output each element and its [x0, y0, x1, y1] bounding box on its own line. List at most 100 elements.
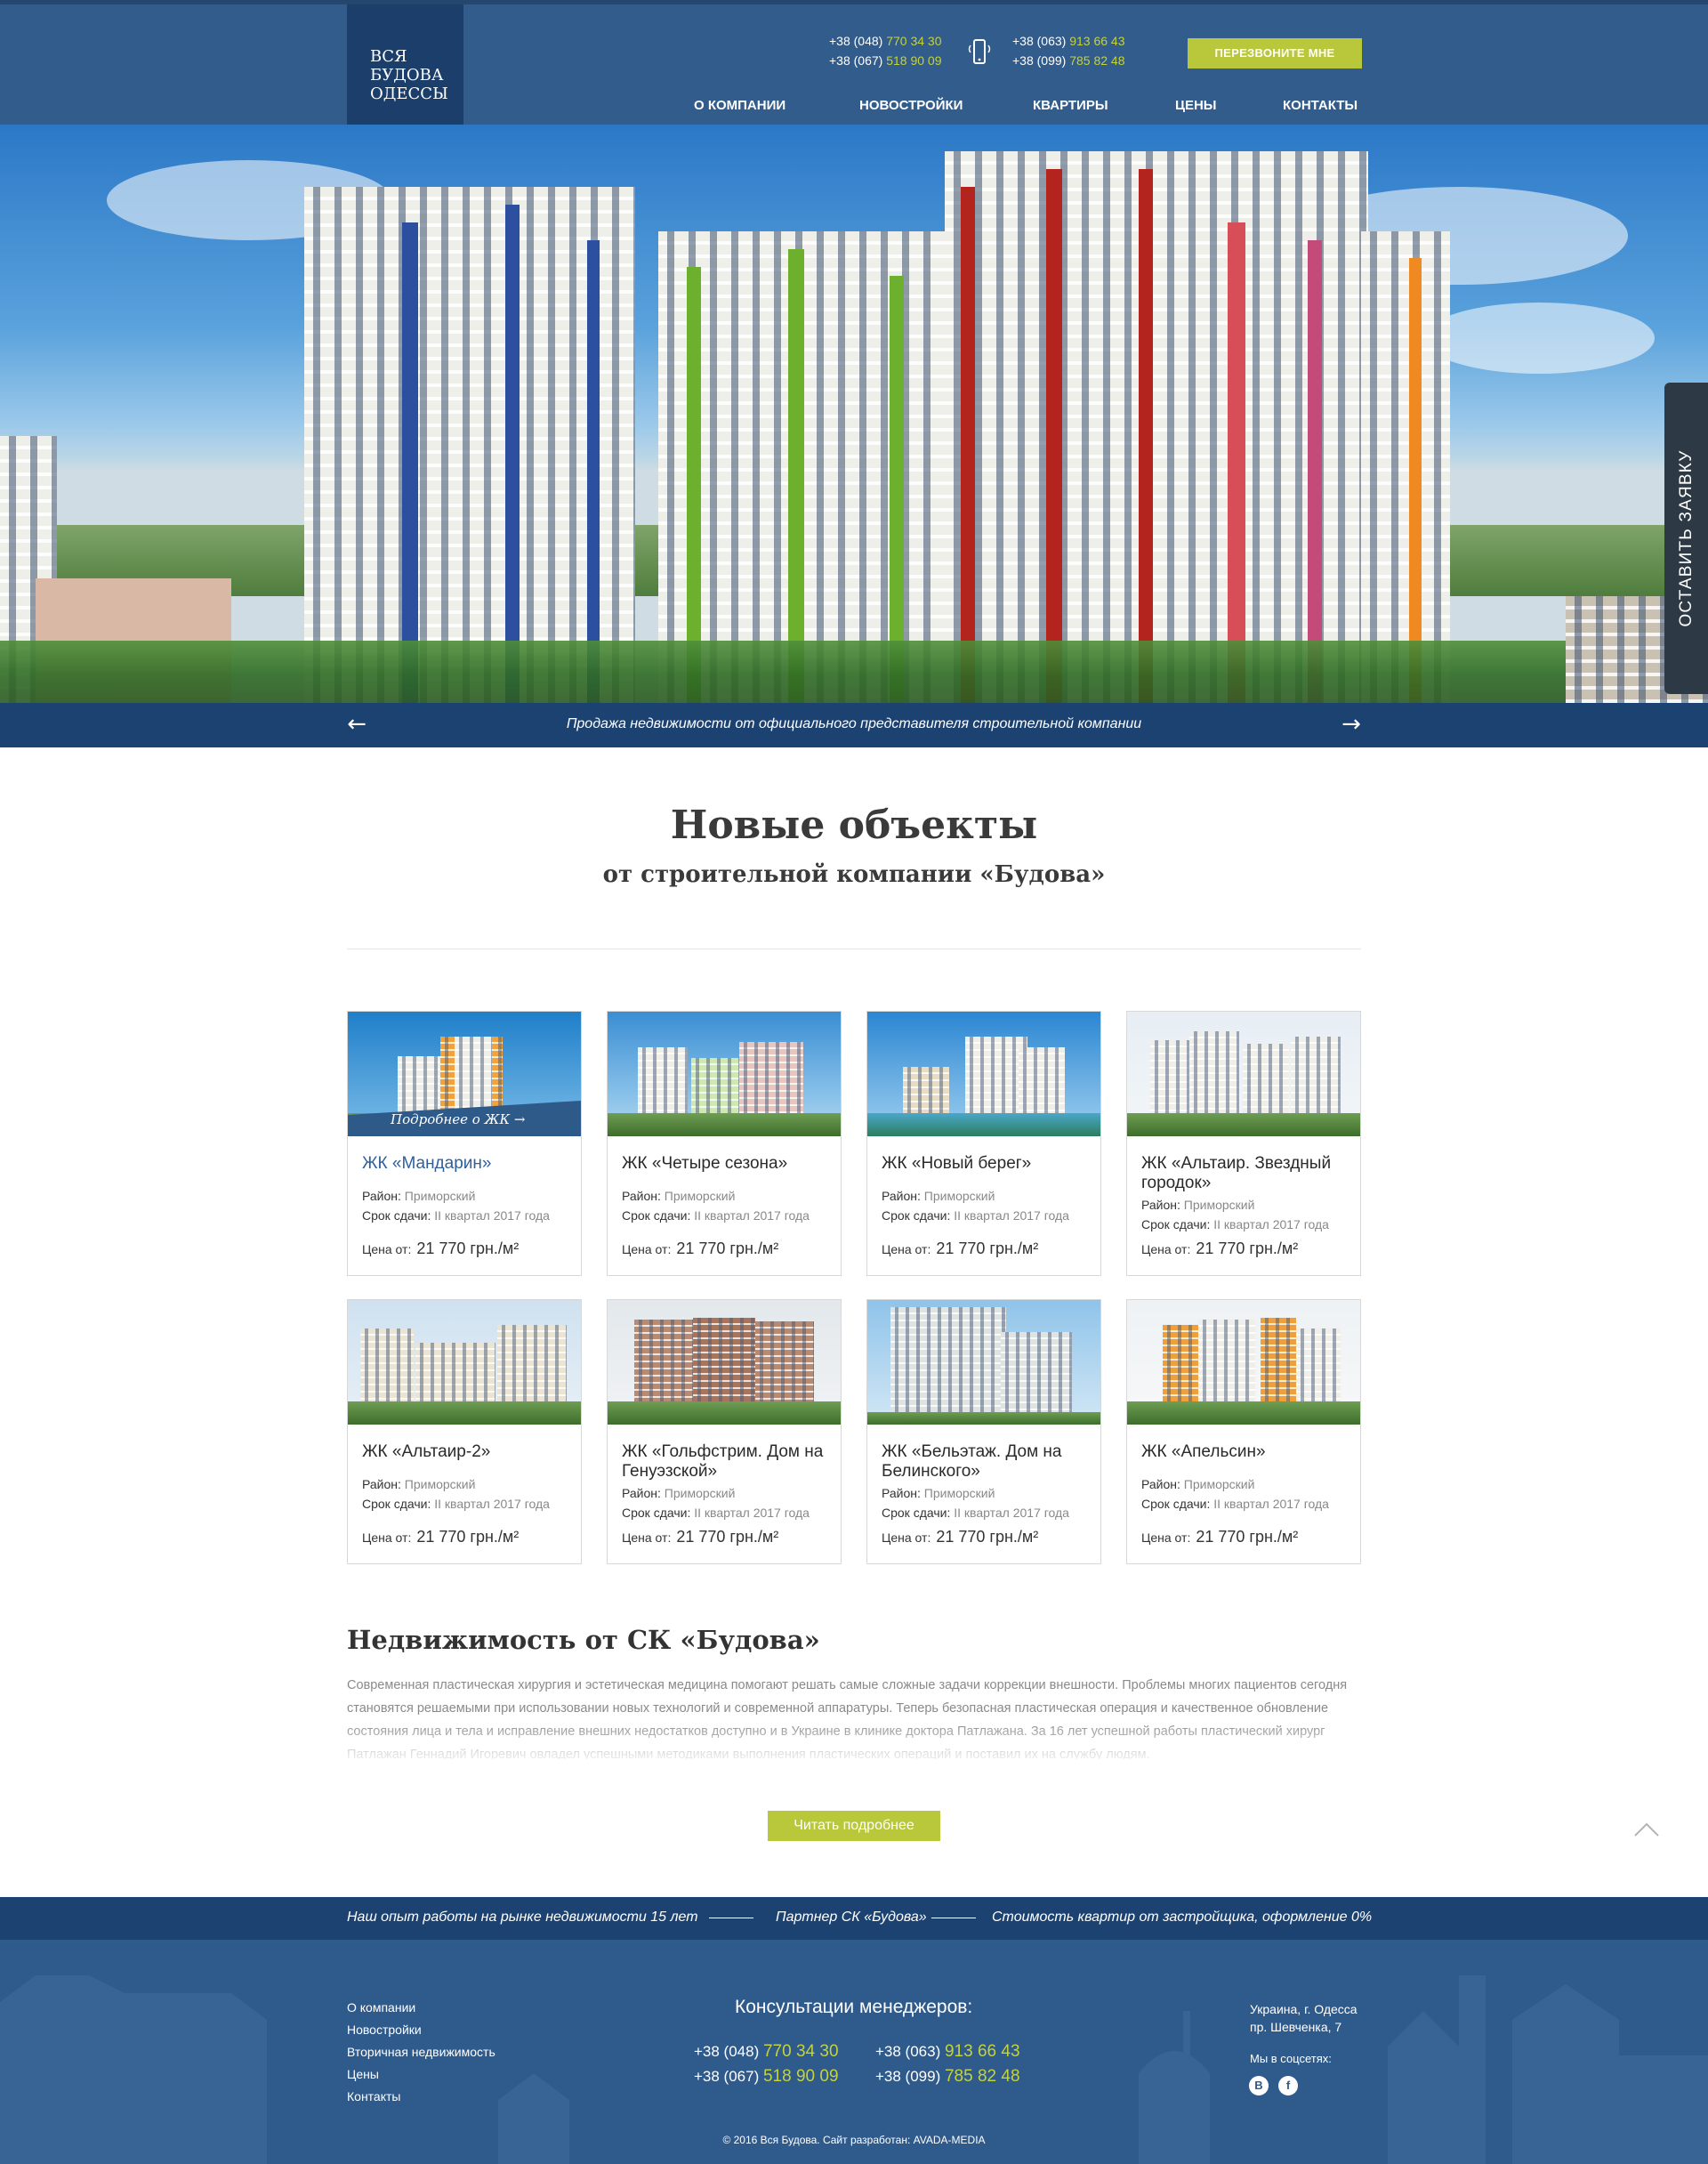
object-title[interactable]: ЖК «Апельсин» — [1141, 1442, 1348, 1462]
object-title[interactable]: ЖК «Гольфстрим. Дом на Генуэзской» — [622, 1442, 828, 1482]
phone-code: +38 (063) — [1012, 34, 1067, 48]
deadline-label: Срок сдачи: — [882, 1208, 951, 1223]
footer-phones-left: +38 (048) 770 34 30 +38 (067) 518 90 09 — [694, 2039, 839, 2089]
phone-line[interactable]: +38 (048) 770 34 30 — [694, 2039, 839, 2064]
phone-line[interactable]: +38 (067) 518 90 09 — [694, 2064, 839, 2089]
object-meta: Район: Приморский Срок сдачи: II квартал… — [1141, 1474, 1355, 1514]
district-label: Район: — [622, 1486, 661, 1500]
about-text: Современная пластическая хирургия и эсте… — [347, 1678, 1348, 1759]
district-label: Район: — [882, 1486, 921, 1500]
tower-blue — [304, 187, 635, 703]
object-card[interactable]: ЖК «Бельэтаж. Дом на Белинского» Район: … — [866, 1299, 1101, 1564]
deadline-value: II квартал 2017 года — [1213, 1217, 1329, 1231]
facebook-icon[interactable]: f — [1278, 2076, 1298, 2095]
price-label: Цена от: — [622, 1242, 672, 1256]
object-price: Цена от: 21 770 грн./м² — [362, 1239, 576, 1258]
price-value: 21 770 грн./м² — [676, 1239, 779, 1257]
price-label: Цена от: — [1141, 1530, 1191, 1545]
object-title[interactable]: ЖК «Новый берег» — [882, 1154, 1088, 1174]
phone-number: 770 34 30 — [762, 2042, 839, 2061]
district-label: Район: — [622, 1189, 661, 1203]
tower-stripe — [1409, 258, 1422, 703]
facts-bar: Наш опыт работы на рынке недвижимости 15… — [0, 1897, 1708, 1940]
footer-link-contacts[interactable]: Контакты — [347, 2086, 495, 2108]
phone-number: 518 90 09 — [762, 2067, 839, 2086]
footer-link-secondary[interactable]: Вторичная недвижимость — [347, 2041, 495, 2063]
object-title[interactable]: ЖК «Четыре сезона» — [622, 1154, 828, 1174]
phone-line[interactable]: +38 (063) 913 66 43 — [1012, 31, 1125, 51]
fact-item: Стоимость квартир от застройщика, оформл… — [992, 1910, 1373, 1925]
phone-code: +38 (063) — [875, 2043, 941, 2060]
phone-number: 913 66 43 — [1069, 34, 1125, 48]
price-value: 21 770 грн./м² — [1196, 1239, 1299, 1257]
arrow-right-icon[interactable]: → — [1338, 712, 1365, 739]
vk-icon[interactable]: В — [1249, 2076, 1269, 2095]
social-label: Мы в соцсетях: — [1250, 2052, 1332, 2065]
phone-line[interactable]: +38 (099) 785 82 48 — [875, 2064, 1020, 2089]
deadline-value: II квартал 2017 года — [1213, 1497, 1329, 1511]
phone-code: +38 (067) — [694, 2068, 760, 2085]
district-value: Приморский — [664, 1189, 736, 1203]
deadline-label: Срок сдачи: — [362, 1208, 431, 1223]
object-meta: Район: Приморский Срок сдачи: II квартал… — [622, 1483, 835, 1522]
phone-line[interactable]: +38 (067) 518 90 09 — [829, 51, 942, 70]
phone-line[interactable]: +38 (099) 785 82 48 — [1012, 51, 1125, 70]
object-title[interactable]: ЖК «Бельэтаж. Дом на Белинского» — [882, 1442, 1088, 1482]
scroll-top-icon[interactable] — [1633, 1819, 1660, 1838]
district-label: Район: — [882, 1189, 921, 1203]
deadline-value: II квартал 2017 года — [694, 1208, 810, 1223]
object-card[interactable]: ЖК «Апельсин» Район: Приморский Срок сда… — [1126, 1299, 1361, 1564]
district-value: Приморский — [923, 1486, 995, 1500]
site-header: ВСЯ БУДОВА ОДЕССЫ +38 (048) 770 34 30 +3… — [0, 0, 1708, 129]
tower-green — [658, 231, 952, 703]
phone-number: 518 90 09 — [886, 53, 942, 68]
object-card[interactable]: ЖК «Новый берег» Район: Приморский Срок … — [866, 1011, 1101, 1276]
deadline-value: II квартал 2017 года — [434, 1208, 550, 1223]
callback-button[interactable]: ПЕРЕЗВОНИТЕ МНЕ — [1188, 38, 1362, 69]
footer-link-about[interactable]: О компании — [347, 1997, 495, 2019]
read-more-button[interactable]: Читать подробнее — [768, 1811, 940, 1841]
deadline-label: Срок сдачи: — [362, 1497, 431, 1511]
footer-nav: О компании Новостройки Вторичная недвижи… — [347, 1997, 495, 2108]
logo-line: ВСЯ — [370, 47, 407, 66]
deadline-label: Срок сдачи: — [622, 1208, 691, 1223]
object-price: Цена от: 21 770 грн./м² — [622, 1239, 835, 1258]
phone-code: +38 (099) — [875, 2068, 941, 2085]
object-card[interactable]: ЖК «Гольфстрим. Дом на Генуэзской» Район… — [607, 1299, 842, 1564]
object-price: Цена от: 21 770 грн./м² — [882, 1528, 1095, 1546]
object-image — [867, 1012, 1100, 1136]
more-link[interactable]: Подробнее о ЖК → — [391, 1111, 525, 1127]
object-title[interactable]: ЖК «Альтаир-2» — [362, 1442, 568, 1462]
hero-caption: Продажа недвижимости от официального пре… — [566, 716, 1142, 731]
fact-item: Партнер СК «Будова» — [776, 1910, 927, 1925]
footer-link-prices[interactable]: Цены — [347, 2063, 495, 2086]
price-label: Цена от: — [882, 1530, 931, 1545]
object-card[interactable]: Подробнее о ЖК → ЖК «Мандарин» Район: Пр… — [347, 1011, 582, 1276]
address: Украина, г. Одесса пр. Шевченка, 7 — [1250, 2000, 1358, 2036]
object-meta: Район: Приморский Срок сдачи: II квартал… — [882, 1186, 1095, 1225]
district-value: Приморский — [404, 1189, 476, 1203]
object-price: Цена от: 21 770 грн./м² — [1141, 1239, 1355, 1258]
object-image — [608, 1012, 841, 1136]
object-title[interactable]: ЖК «Альтаир. Звездный городок» — [1141, 1154, 1348, 1193]
phone-line[interactable]: +38 (063) 913 66 43 — [875, 2039, 1020, 2064]
footer-link-new-buildings[interactable]: Новостройки — [347, 2019, 495, 2041]
tower-orange — [1361, 231, 1450, 703]
tower-stripe — [402, 222, 418, 703]
district-label: Район: — [1141, 1477, 1180, 1491]
leave-request-label: ОСТАВИТЬ ЗАЯВКУ — [1676, 449, 1696, 627]
leave-request-tab[interactable]: ОСТАВИТЬ ЗАЯВКУ — [1664, 383, 1708, 694]
object-title[interactable]: ЖК «Мандарин» — [362, 1154, 568, 1174]
phone-number: 785 82 48 — [1069, 53, 1125, 68]
tower-stripe — [587, 240, 600, 703]
deadline-value: II квартал 2017 года — [954, 1208, 1069, 1223]
phone-code: +38 (048) — [694, 2043, 760, 2060]
object-card[interactable]: ЖК «Альтаир-2» Район: Приморский Срок сд… — [347, 1299, 582, 1564]
object-card[interactable]: ЖК «Четыре сезона» Район: Приморский Сро… — [607, 1011, 842, 1276]
object-card[interactable]: ЖК «Альтаир. Звездный городок» Район: Пр… — [1126, 1011, 1361, 1276]
district-label: Район: — [1141, 1198, 1180, 1212]
phone-code: +38 (048) — [829, 34, 883, 48]
district-value: Приморский — [404, 1477, 476, 1491]
phone-line[interactable]: +38 (048) 770 34 30 — [829, 31, 942, 51]
price-value: 21 770 грн./м² — [676, 1528, 779, 1546]
